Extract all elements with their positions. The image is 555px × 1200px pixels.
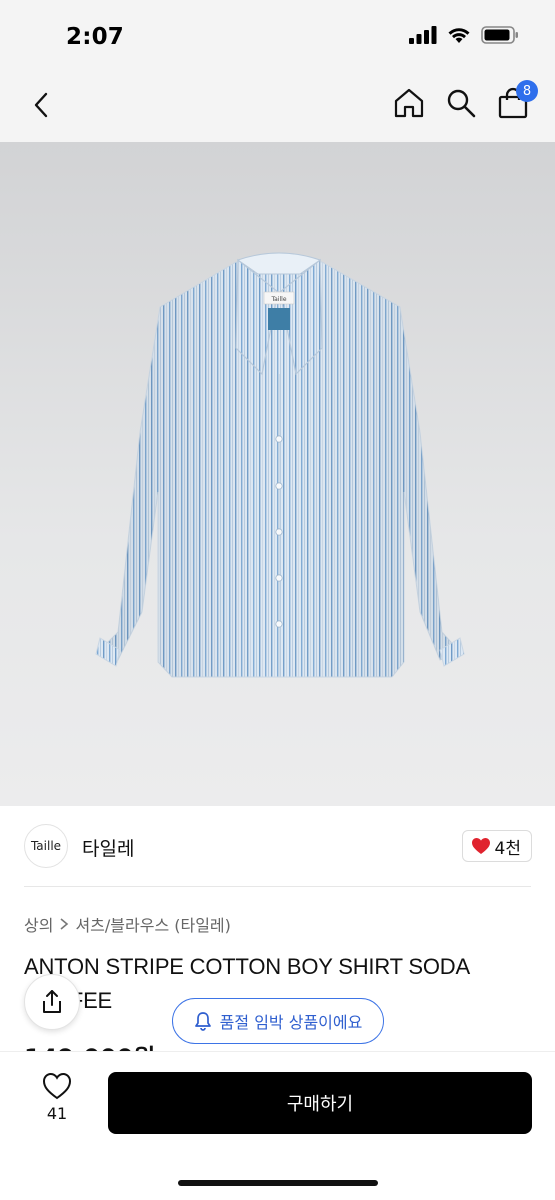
- breadcrumb-subcategory[interactable]: 셔츠/블라우스 (타일레): [75, 912, 230, 936]
- share-icon: [43, 990, 61, 1013]
- buy-button[interactable]: 구매하기: [108, 1072, 532, 1134]
- wifi-icon: [448, 28, 470, 43]
- back-button[interactable]: [26, 88, 56, 122]
- product-image[interactable]: Taille: [0, 142, 555, 806]
- battery-icon: [481, 26, 518, 44]
- status-bar: 2:07: [0, 0, 555, 70]
- bottom-action-bar: 41 구매하기: [0, 1052, 555, 1200]
- cart-count-badge: 8: [516, 80, 538, 102]
- brand-like-button[interactable]: 4천: [461, 830, 532, 862]
- chevron-left-icon: [34, 92, 48, 118]
- bell-icon: [194, 1012, 211, 1031]
- nav-actions: 8: [393, 80, 538, 122]
- home-icon: [394, 88, 424, 118]
- brand-like-count: 4천: [494, 838, 521, 859]
- cart-button[interactable]: 8: [497, 80, 538, 122]
- share-button[interactable]: [24, 974, 80, 1030]
- status-icons: [409, 26, 519, 44]
- heart-outline-icon: [42, 1072, 72, 1100]
- chevron-right-icon: [60, 918, 69, 930]
- striped-shirt-image: Taille: [95, 252, 465, 678]
- breadcrumb-category[interactable]: 상의: [24, 912, 53, 936]
- divider: [24, 886, 531, 887]
- search-button[interactable]: [445, 84, 477, 122]
- svg-text:Taille: Taille: [270, 296, 286, 303]
- heart-filled-icon: [471, 838, 490, 854]
- search-icon: [447, 89, 476, 118]
- wishlist-button[interactable]: 41: [30, 1072, 84, 1132]
- status-time: 2:07: [66, 24, 125, 50]
- home-button[interactable]: [393, 84, 425, 122]
- brand-row[interactable]: Taille 타일레 4천: [24, 824, 532, 870]
- nav-bar: 8: [0, 70, 555, 142]
- brand-logo[interactable]: Taille: [24, 824, 68, 868]
- wishlist-count: 41: [46, 1104, 68, 1123]
- soldout-notice-text: 품절 임박 상품이에요: [219, 1013, 363, 1032]
- home-indicator: [178, 1180, 378, 1186]
- breadcrumb: 상의 셔츠/블라우스 (타일레): [24, 912, 231, 936]
- cellular-signal-icon: [409, 26, 437, 44]
- brand-name[interactable]: 타일레: [82, 834, 134, 861]
- soldout-notice: 품절 임박 상품이에요: [172, 998, 384, 1044]
